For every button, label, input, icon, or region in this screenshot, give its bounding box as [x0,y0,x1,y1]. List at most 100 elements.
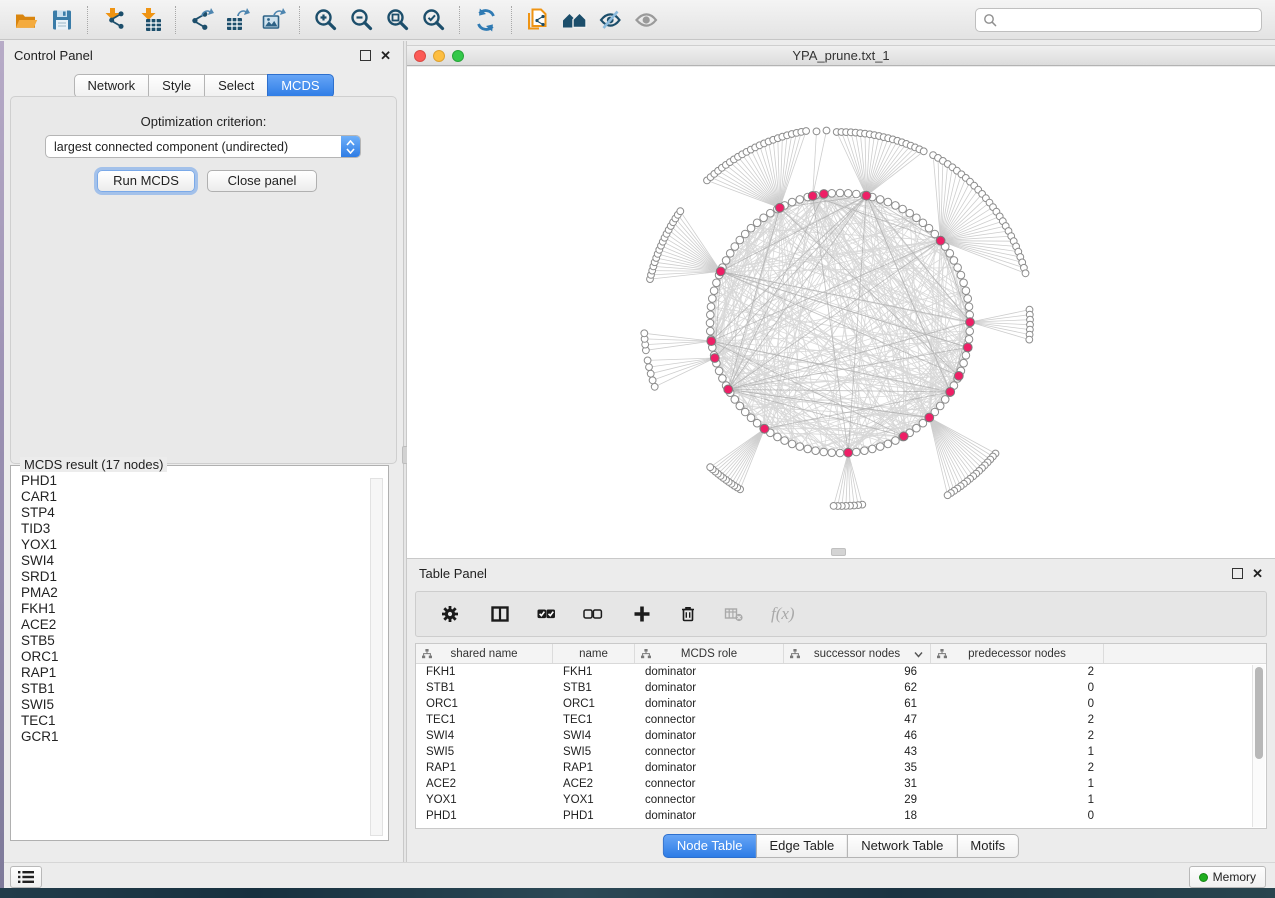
mcds-result-item[interactable]: SRD1 [21,569,378,585]
table-row[interactable]: ACE2ACE2connector311 [416,776,1266,792]
search-input[interactable] [1002,10,1261,30]
mcds-result-item[interactable]: SWI5 [21,697,378,713]
mcds-result-item[interactable]: PHD1 [21,473,378,489]
node-table: shared namenameMCDS rolesuccessor nodesp… [415,643,1267,829]
gear-button[interactable] [432,599,470,629]
table-cell: 2 [931,666,1104,678]
import-network-button[interactable] [96,4,132,36]
import-table-button[interactable] [132,4,168,36]
table-cell: FKH1 [416,666,553,678]
table-row[interactable]: TEC1TEC1connector472 [416,712,1266,728]
table-row[interactable]: SWI4SWI4dominator462 [416,728,1266,744]
network-canvas[interactable] [407,67,1275,559]
export-table-button[interactable] [220,4,256,36]
delete-button[interactable] [670,599,708,629]
table-row[interactable]: RAP1RAP1dominator352 [416,760,1266,776]
mcds-result-item[interactable]: STP4 [21,505,378,521]
open-file-icon [13,7,39,33]
save-session-button[interactable] [44,4,80,36]
export-image-button[interactable] [256,4,292,36]
gear-icon [436,605,466,623]
table-cell: dominator [635,666,784,678]
network-window: YPA_prune.txt_1 [407,41,1275,559]
column-header-name[interactable]: name [553,644,635,663]
task-history-button[interactable] [10,866,42,888]
close-window-icon[interactable] [414,50,426,62]
tab-mcds[interactable]: MCDS [267,74,333,98]
table-cell: 2 [931,714,1104,726]
tab-style[interactable]: Style [148,74,205,98]
zoom-in-button[interactable] [308,4,344,36]
mcds-result-scrollbar[interactable] [370,478,383,836]
table-cell: dominator [635,698,784,710]
table-cell: SWI4 [553,730,635,742]
horizontal-splitter-grip[interactable] [831,548,846,556]
select-all-button[interactable] [528,599,566,629]
mcds-result-item[interactable]: TID3 [21,521,378,537]
column-header-shared-name[interactable]: shared name [416,644,553,663]
close-panel-icon[interactable]: ✕ [380,51,391,60]
table-cell: 1 [931,778,1104,790]
close-table-panel-icon[interactable]: ✕ [1252,569,1263,578]
table-cell: 61 [784,698,931,710]
tab-network[interactable]: Network [73,74,149,98]
table-scrollbar[interactable] [1252,665,1265,827]
table-cell: SWI5 [553,746,635,758]
mcds-result-item[interactable]: ORC1 [21,649,378,665]
column-header-predecessor-nodes[interactable]: predecessor nodes [931,644,1104,663]
search-box[interactable] [975,8,1262,32]
desktop-wallpaper-bottom [0,888,1275,898]
new-network-from-selection-button[interactable] [520,4,556,36]
apply-layout-button[interactable] [468,4,504,36]
mcds-result-item[interactable]: STB5 [21,633,378,649]
columns-button[interactable] [482,599,520,629]
add-button[interactable] [624,599,662,629]
table-cell: 62 [784,682,931,694]
close-panel-button[interactable]: Close panel [207,170,317,192]
show-details-button[interactable] [628,4,664,36]
search-icon [983,13,997,27]
table-row[interactable]: PHD1PHD1dominator180 [416,808,1266,824]
zoom-selected-icon [421,7,447,33]
table-cell: 46 [784,730,931,742]
tab-edge-table[interactable]: Edge Table [755,834,848,858]
table-scrollbar-thumb[interactable] [1255,667,1263,759]
deselect-all-button[interactable] [574,599,612,629]
mcds-result-item[interactable]: RAP1 [21,665,378,681]
mcds-result-item[interactable]: PMA2 [21,585,378,601]
mcds-result-item[interactable]: STB1 [21,681,378,697]
open-file-button[interactable] [8,4,44,36]
zoom-out-button[interactable] [344,4,380,36]
table-row[interactable]: ORC1ORC1dominator610 [416,696,1266,712]
minimize-window-icon[interactable] [433,50,445,62]
column-header-successor-nodes[interactable]: successor nodes [784,644,931,663]
mcds-result-item[interactable]: CAR1 [21,489,378,505]
first-neighbors-button[interactable] [556,4,592,36]
float-panel-icon[interactable] [360,50,371,61]
zoom-selected-button[interactable] [416,4,452,36]
zoom-fit-button[interactable] [380,4,416,36]
hide-details-button[interactable] [592,4,628,36]
memory-button[interactable]: Memory [1189,866,1266,888]
table-row[interactable]: SWI5SWI5connector431 [416,744,1266,760]
maximize-window-icon[interactable] [452,50,464,62]
tab-node-table[interactable]: Node Table [663,834,757,858]
mcds-result-item[interactable]: GCR1 [21,729,378,745]
mcds-result-item[interactable]: FKH1 [21,601,378,617]
table-row[interactable]: YOX1YOX1connector291 [416,792,1266,808]
column-header-MCDS-role[interactable]: MCDS role [635,644,784,663]
tab-network-table[interactable]: Network Table [847,834,957,858]
table-row[interactable]: FKH1FKH1dominator962 [416,664,1266,680]
float-table-panel-icon[interactable] [1232,568,1243,579]
run-mcds-button[interactable]: Run MCDS [97,170,195,192]
optimization-criterion-select[interactable]: largest connected component (undirected) [45,135,361,158]
tab-select[interactable]: Select [204,74,268,98]
mcds-result-item[interactable]: TEC1 [21,713,378,729]
mcds-result-item[interactable]: SWI4 [21,553,378,569]
mcds-result-item[interactable]: YOX1 [21,537,378,553]
export-network-button[interactable] [184,4,220,36]
table-row[interactable]: STB1STB1dominator620 [416,680,1266,696]
mcds-result-item[interactable]: ACE2 [21,617,378,633]
svg-text:f(x): f(x) [771,605,795,623]
tab-motifs[interactable]: Motifs [956,834,1019,858]
